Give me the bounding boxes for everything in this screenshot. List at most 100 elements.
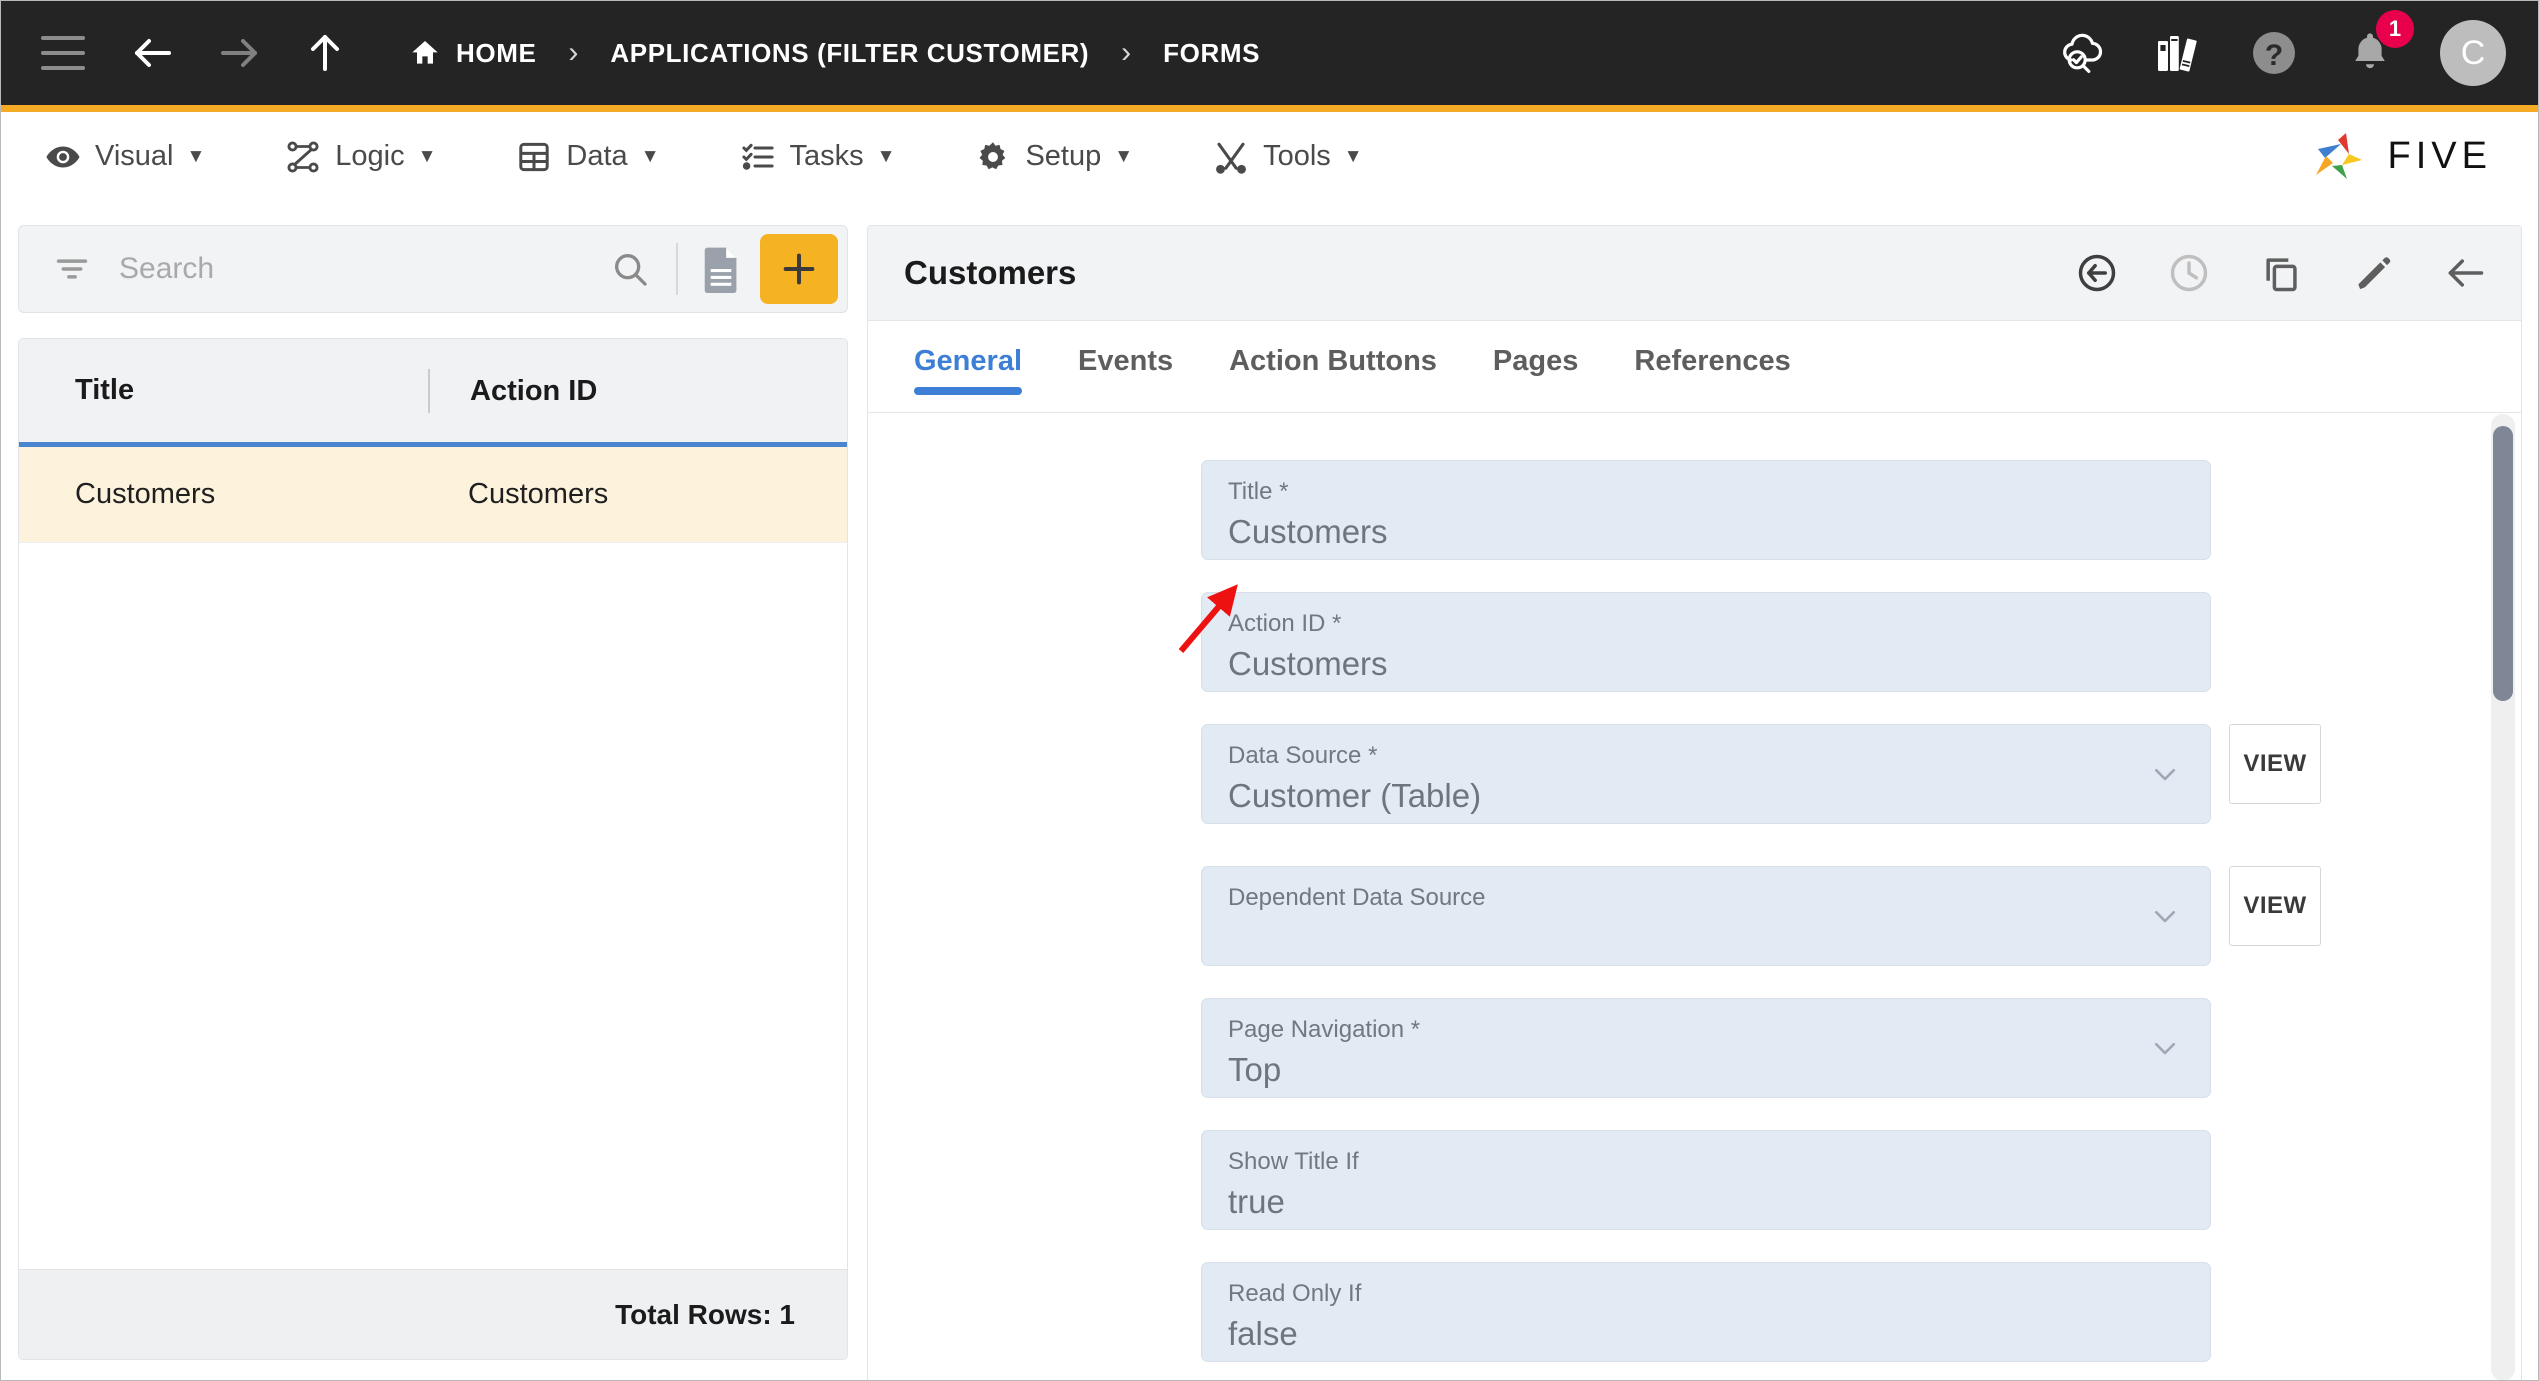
- arrow-up-icon[interactable]: [301, 29, 349, 77]
- form-scroll-area: Title * Customers Action ID * Customers: [868, 414, 2493, 1380]
- arrow-right-icon[interactable]: [215, 29, 263, 77]
- chevron-down-icon-data: ▼: [640, 145, 660, 167]
- application-window: HOME › APPLICATIONS (FILTER CUSTOMER) › …: [0, 0, 2539, 1381]
- accent-stripe: [1, 105, 2538, 112]
- field-value-data-source: Customer (Table): [1228, 777, 1482, 814]
- breadcrumb-item-applications[interactable]: APPLICATIONS (FILTER CUSTOMER): [610, 38, 1089, 69]
- tab-references[interactable]: References: [1634, 321, 1790, 378]
- filter-icon[interactable]: [53, 250, 91, 288]
- general-form: Title * Customers Action ID * Customers: [868, 414, 2521, 1380]
- history-clock-icon[interactable]: [2167, 251, 2211, 295]
- detail-header: Customers: [868, 226, 2521, 321]
- search-input[interactable]: [119, 252, 610, 286]
- breadcrumb-label-home: HOME: [456, 37, 537, 68]
- breadcrumb-item-forms[interactable]: FORMS: [1163, 38, 1260, 69]
- scrollbar-thumb[interactable]: [2493, 426, 2513, 701]
- chevron-down-icon-tasks: ▼: [876, 145, 896, 167]
- table-grid-icon: [516, 139, 552, 175]
- menu-item-data[interactable]: Data ▼: [516, 139, 660, 175]
- menu-label-tasks: Tasks: [789, 140, 864, 172]
- add-button[interactable]: [760, 234, 838, 304]
- notifications-button[interactable]: 1: [2344, 10, 2414, 79]
- search-toolbar: [18, 225, 848, 313]
- form-field-read-only-if: Read Only If false: [1201, 1262, 2211, 1362]
- tab-pages[interactable]: Pages: [1493, 321, 1578, 378]
- read-only-if-input[interactable]: Read Only If false: [1201, 1262, 2211, 1362]
- table-row[interactable]: Customers Customers: [19, 447, 847, 543]
- home-icon: [409, 37, 441, 69]
- form-field-action-id: Action ID * Customers: [1201, 592, 2211, 692]
- breadcrumb-item-home[interactable]: HOME: [409, 37, 536, 69]
- chevron-down-icon-page-navigation[interactable]: [2150, 1033, 2180, 1063]
- field-label-show-title-if: Show Title If: [1228, 1148, 1359, 1175]
- breadcrumb: HOME › APPLICATIONS (FILTER CUSTOMER) › …: [409, 36, 1260, 70]
- field-value-show-title-if: true: [1228, 1183, 1285, 1220]
- grid-column-header-action-id[interactable]: Action ID: [428, 368, 847, 413]
- view-dependent-data-source-button[interactable]: VIEW: [2229, 866, 2321, 946]
- show-title-if-input[interactable]: Show Title If true: [1201, 1130, 2211, 1230]
- dependent-data-source-select[interactable]: Dependent Data Source: [1201, 866, 2211, 966]
- form-field-dependent-data-source: Dependent Data Source VIEW: [1201, 866, 2321, 966]
- title-input[interactable]: Title * Customers: [1201, 460, 2211, 560]
- document-icon[interactable]: [700, 245, 742, 293]
- detail-panel: Customers General Events Action Buttons …: [867, 225, 2522, 1380]
- field-label-page-navigation: Page Navigation *: [1228, 1016, 1421, 1043]
- help-icon[interactable]: ?: [2248, 27, 2300, 79]
- toolbar-divider: [676, 243, 678, 295]
- menu-label-setup: Setup: [1025, 140, 1102, 172]
- back-arrow-icon[interactable]: [2443, 251, 2487, 295]
- field-value-action-id: Customers: [1228, 645, 1388, 682]
- breadcrumb-label-applications: APPLICATIONS (FILTER CUSTOMER): [610, 37, 1090, 68]
- chevron-down-icon-logic: ▼: [417, 145, 437, 167]
- five-logo: FIVE: [2308, 127, 2510, 187]
- copy-icon[interactable]: [2259, 251, 2303, 295]
- gear-icon: [975, 139, 1011, 175]
- chevron-down-icon: ▼: [186, 145, 206, 167]
- page-navigation-select[interactable]: Page Navigation * Top: [1201, 998, 2211, 1098]
- books-icon[interactable]: [2152, 27, 2204, 79]
- menu-item-logic[interactable]: Logic ▼: [285, 139, 436, 175]
- menu-item-setup[interactable]: Setup ▼: [975, 139, 1133, 175]
- action-id-input[interactable]: Action ID * Customers: [1201, 592, 2211, 692]
- detail-header-actions: [2075, 251, 2487, 295]
- tab-events[interactable]: Events: [1078, 321, 1173, 378]
- five-pinwheel-icon: [2315, 132, 2362, 179]
- search-icon[interactable]: [610, 249, 650, 289]
- grid-header-row: Title Action ID: [19, 339, 847, 447]
- menu-label-logic: Logic: [335, 140, 405, 172]
- breadcrumb-separator: ›: [568, 36, 579, 69]
- edit-pencil-icon[interactable]: [2351, 251, 2395, 295]
- left-list-panel: Title Action ID Customers Customers Tota…: [18, 225, 848, 1360]
- grid-cell-title: Customers: [75, 478, 216, 510]
- data-source-select[interactable]: Data Source * Customer (Table): [1201, 724, 2211, 824]
- svg-text:?: ?: [2265, 39, 2283, 72]
- grid-footer: Total Rows: 1: [19, 1269, 847, 1359]
- grid-column-header-title[interactable]: Title: [19, 374, 428, 407]
- chevron-down-icon-tools: ▼: [1343, 145, 1363, 167]
- menu-item-tools[interactable]: Tools ▼: [1213, 139, 1363, 175]
- logic-flow-icon: [285, 139, 321, 175]
- menu-item-visual[interactable]: Visual ▼: [45, 139, 205, 175]
- arrow-left-icon[interactable]: [129, 29, 177, 77]
- workspace: Title Action ID Customers Customers Tota…: [1, 201, 2538, 1380]
- vertical-scrollbar[interactable]: [2491, 414, 2515, 1380]
- view-data-source-button[interactable]: VIEW: [2229, 724, 2321, 804]
- breadcrumb-separator-2: ›: [1121, 36, 1132, 69]
- undo-circle-icon[interactable]: [2075, 251, 2119, 295]
- menu-item-tasks[interactable]: Tasks ▼: [740, 139, 896, 175]
- menu-label-tools: Tools: [1263, 140, 1331, 172]
- detail-tabs: General Events Action Buttons Pages Refe…: [868, 321, 2521, 413]
- tab-general[interactable]: General: [914, 321, 1022, 395]
- form-field-data-source: Data Source * Customer (Table) VIEW: [1201, 724, 2321, 824]
- cloud-check-icon[interactable]: [2056, 27, 2108, 79]
- form-field-page-navigation: Page Navigation * Top: [1201, 998, 2211, 1098]
- field-label-read-only-if: Read Only If: [1228, 1280, 1362, 1307]
- avatar[interactable]: C: [2440, 20, 2506, 86]
- form-field-show-title-if: Show Title If true: [1201, 1130, 2211, 1230]
- hamburger-icon[interactable]: [41, 36, 85, 70]
- tab-action-buttons[interactable]: Action Buttons: [1229, 321, 1437, 378]
- records-grid: Title Action ID Customers Customers Tota…: [18, 338, 848, 1360]
- chevron-down-icon-setup: ▼: [1114, 145, 1134, 167]
- chevron-down-icon-dependent-data-source[interactable]: [2150, 901, 2180, 931]
- chevron-down-icon-data-source[interactable]: [2150, 759, 2180, 789]
